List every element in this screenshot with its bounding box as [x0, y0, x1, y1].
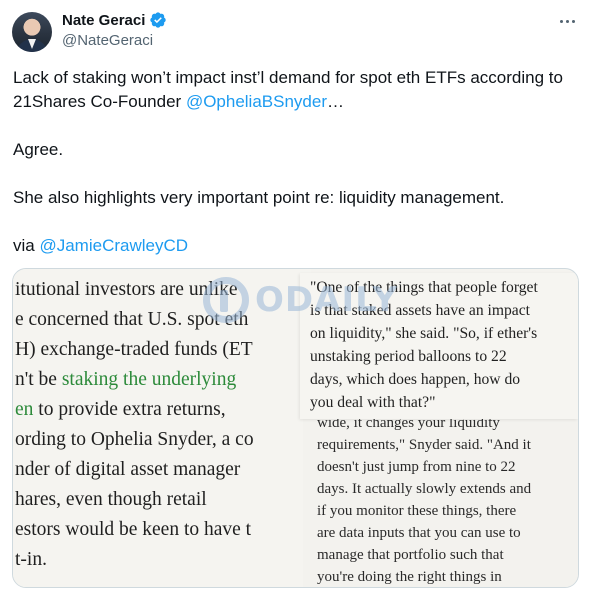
clip-line: H) exchange-traded funds (ET [15, 339, 253, 360]
clip-line: ording to Ophelia Snyder, a co [15, 429, 254, 450]
clip-line: wide, it changes your liquidity [317, 419, 500, 431]
clip-line-green: en to provide extra returns, [15, 399, 226, 420]
more-options-icon[interactable] [556, 12, 578, 30]
clip-line: manage that portfolio such that [317, 547, 504, 563]
clip-line: "One of the things that people forget [310, 279, 538, 296]
clip-line: e concerned that U.S. spot eth [15, 309, 249, 330]
clip-line: t-in. [15, 549, 47, 570]
tweet-text: Lack of staking won’t impact inst’l dema… [13, 66, 579, 258]
ellipsis: … [327, 92, 344, 111]
clip-line: days, which does happen, how do [310, 371, 521, 388]
clip-line: hares, even though retail [15, 489, 207, 510]
clip-line: days. It actually slowly extends and [317, 481, 532, 497]
mention-link[interactable]: @OpheliaBSnyder [186, 92, 327, 111]
clip-line: itutional investors are unlike [15, 279, 238, 300]
green-link-text: staking the underlying [61, 369, 237, 390]
article-clip-right-bottom: wide, it changes your liquidity requirem… [303, 419, 578, 587]
clip-line: requirements," Snyder said. "And it [317, 437, 531, 453]
tweet-header: Nate Geraci @NateGeraci [12, 10, 582, 54]
tweet-image[interactable]: itutional investors are unlike e concern… [12, 268, 579, 588]
article-clip-left: itutional investors are unlike e concern… [13, 269, 311, 587]
via-label: via [13, 236, 40, 255]
tweet-paragraph-3: She also highlights very important point… [13, 188, 505, 207]
tweet-paragraph-4: via @JamieCrawleyCD [13, 234, 579, 258]
clip-line: if you monitor these things, there [317, 503, 517, 519]
author-name-row: Nate Geraci [62, 11, 167, 29]
clip-line: nder of digital asset manager [15, 459, 241, 480]
dot [559, 19, 563, 23]
author-name[interactable]: Nate Geraci [62, 12, 145, 29]
clip-line: estors would be keen to have t [15, 519, 252, 540]
dot [565, 19, 569, 23]
clip-line: are data inputs that you can use to [317, 525, 521, 541]
verified-badge-icon [150, 12, 167, 28]
clip-line: you deal with that?" [310, 394, 436, 411]
clip-line: unstaking period balloons to 22 [310, 348, 507, 365]
clip-line: doesn't just jump from nine to 22 [317, 459, 516, 475]
author-avatar[interactable] [12, 12, 52, 52]
dot [571, 19, 575, 23]
green-link-text: en [15, 399, 34, 420]
clip-line-green: n't be staking the underlying [15, 369, 237, 390]
clip-line: you're doing the right things in [317, 569, 502, 585]
mention-link[interactable]: @JamieCrawleyCD [39, 236, 188, 255]
author-handle[interactable]: @NateGeraci [62, 32, 153, 49]
tweet-paragraph-2: Agree. [13, 140, 64, 159]
tweet-paragraph-1: Lack of staking won’t impact inst’l dema… [13, 66, 579, 114]
clip-line: is that staked assets have an impact [310, 302, 530, 319]
article-clip-right-top: "One of the things that people forget is… [300, 273, 578, 419]
clip-line: on liquidity," she said. "So, if ether's [310, 325, 538, 342]
